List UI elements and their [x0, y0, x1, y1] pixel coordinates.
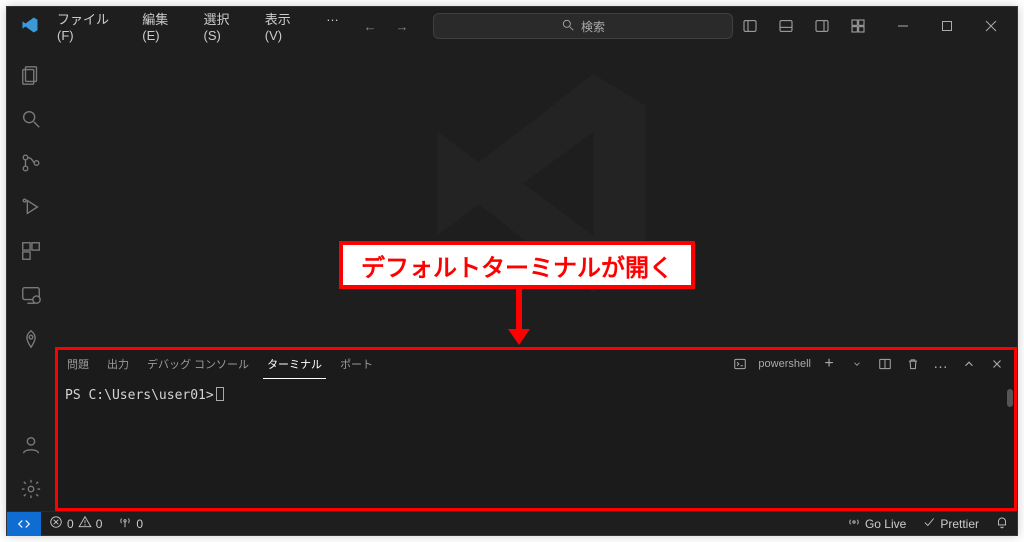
scrollbar-thumb[interactable]: [1007, 389, 1013, 407]
maximize-panel-icon[interactable]: [959, 354, 979, 374]
vscode-logo-icon: [11, 16, 49, 37]
annotation-callout: デフォルトターミナルが開く: [339, 241, 695, 289]
minimize-button[interactable]: [881, 9, 925, 43]
remote-explorer-icon[interactable]: [7, 273, 55, 317]
kill-terminal-icon[interactable]: [903, 354, 923, 374]
vscode-window: ファイル(F) 編集(E) 選択(S) 表示(V) … ← → 検索: [6, 6, 1018, 536]
menu-edit[interactable]: 編集(E): [134, 5, 191, 47]
toggle-secondary-sidebar-icon[interactable]: [805, 9, 839, 43]
warning-icon: [78, 515, 92, 532]
search-icon[interactable]: [7, 97, 55, 141]
close-panel-icon[interactable]: [987, 354, 1007, 374]
remote-indicator[interactable]: [7, 512, 41, 536]
terminal-panel: 問題 出力 デバッグ コンソール ターミナル ポート powershell +: [55, 347, 1017, 511]
status-go-live[interactable]: Go Live: [839, 515, 914, 532]
error-icon: [49, 515, 63, 532]
broadcast-icon: [847, 515, 861, 532]
source-control-icon[interactable]: [7, 141, 55, 185]
tab-terminal[interactable]: ターミナル: [265, 350, 324, 378]
main-area: 問題 出力 デバッグ コンソール ターミナル ポート powershell +: [7, 45, 1017, 511]
error-count: 0: [67, 517, 74, 531]
nav-back-icon[interactable]: ←: [357, 13, 383, 39]
close-window-button[interactable]: [969, 9, 1013, 43]
gear-icon[interactable]: [7, 467, 55, 511]
command-center[interactable]: 検索: [433, 13, 733, 39]
prettier-label: Prettier: [940, 517, 979, 531]
menu-overflow[interactable]: …: [318, 5, 347, 47]
search-placeholder: 検索: [581, 18, 605, 35]
tab-debug-console[interactable]: デバッグ コンソール: [145, 350, 251, 378]
terminal-profile-icon[interactable]: [730, 354, 750, 374]
menu-file[interactable]: ファイル(F): [49, 5, 130, 47]
activity-bar: [7, 45, 55, 511]
tab-problems[interactable]: 問題: [65, 350, 91, 378]
terminal-prompt: PS C:\Users\user01>: [65, 388, 214, 403]
tab-ports[interactable]: ポート: [338, 350, 375, 378]
toggle-primary-sidebar-icon[interactable]: [733, 9, 767, 43]
title-bar: ファイル(F) 編集(E) 選択(S) 表示(V) … ← → 検索: [7, 7, 1017, 45]
annotation-arrow-icon: [517, 289, 521, 335]
new-terminal-button[interactable]: +: [819, 354, 839, 374]
status-prettier[interactable]: Prettier: [914, 515, 987, 532]
status-ports[interactable]: 0: [110, 512, 151, 535]
go-live-label: Go Live: [865, 517, 906, 531]
split-terminal-icon[interactable]: [875, 354, 895, 374]
terminal-body[interactable]: PS C:\Users\user01>: [65, 379, 1007, 507]
nav-arrows: ← →: [357, 13, 415, 39]
status-bar: 0 0 0 Go Live Prettier: [7, 511, 1017, 535]
bell-icon: [995, 515, 1009, 532]
explorer-icon[interactable]: [7, 53, 55, 97]
menu-view[interactable]: 表示(V): [257, 5, 314, 47]
terminal-profile-name[interactable]: powershell: [758, 358, 811, 370]
testing-icon[interactable]: [7, 317, 55, 361]
ports-count: 0: [136, 517, 143, 531]
terminal-cursor: [216, 387, 224, 401]
menu-bar: ファイル(F) 編集(E) 選択(S) 表示(V) …: [49, 5, 347, 47]
layout-controls: [733, 9, 875, 43]
menu-selection[interactable]: 選択(S): [196, 5, 253, 47]
panel-actions: powershell + …: [730, 354, 1007, 374]
warning-count: 0: [96, 517, 103, 531]
maximize-button[interactable]: [925, 9, 969, 43]
panel-tabs: 問題 出力 デバッグ コンソール ターミナル ポート powershell +: [55, 347, 1017, 379]
tab-output[interactable]: 出力: [105, 350, 131, 378]
customize-layout-icon[interactable]: [841, 9, 875, 43]
account-icon[interactable]: [7, 423, 55, 467]
terminal-dropdown-icon[interactable]: [847, 354, 867, 374]
more-actions-icon[interactable]: …: [931, 354, 951, 374]
status-problems[interactable]: 0 0: [41, 512, 110, 535]
toggle-panel-icon[interactable]: [769, 9, 803, 43]
extensions-icon[interactable]: [7, 229, 55, 273]
debug-icon[interactable]: [7, 185, 55, 229]
window-controls: [881, 9, 1013, 43]
search-icon: [561, 18, 575, 35]
nav-forward-icon[interactable]: →: [389, 13, 415, 39]
check-icon: [922, 515, 936, 532]
status-notifications[interactable]: [987, 515, 1017, 532]
radio-tower-icon: [118, 515, 132, 532]
